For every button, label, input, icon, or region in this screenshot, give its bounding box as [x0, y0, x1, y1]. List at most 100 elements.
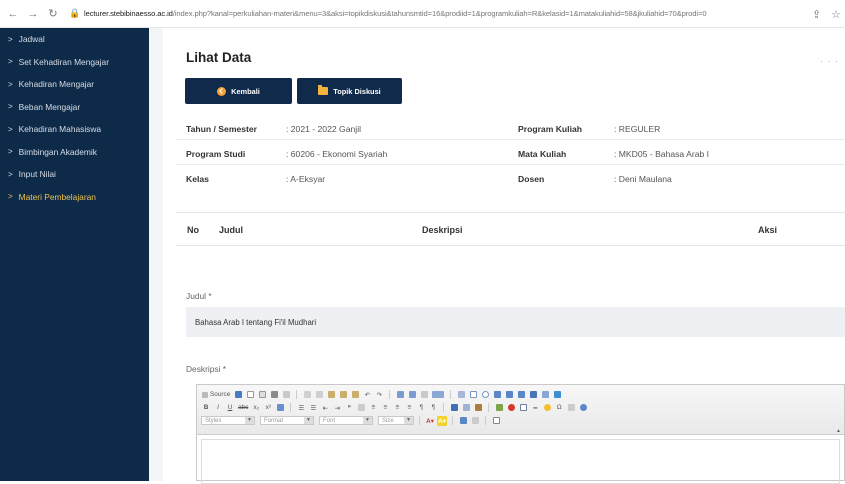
chevron-right-icon: > — [8, 169, 13, 179]
indent-icon[interactable]: ⇥ — [332, 403, 342, 413]
horizontal-rule-icon[interactable]: ━ — [530, 403, 540, 413]
toolbar-collapse-icon[interactable]: ▲ — [836, 428, 841, 434]
align-right-icon[interactable]: ≡ — [392, 403, 402, 413]
checkbox-icon[interactable] — [468, 390, 478, 400]
select-field-icon[interactable] — [516, 390, 526, 400]
preview-icon[interactable] — [257, 390, 267, 400]
info-row: Program Studi : 60206 - Ekonomi Syariah … — [176, 141, 845, 165]
iframe-icon[interactable] — [578, 403, 588, 413]
sidebar-item-jadwal[interactable]: > Jadwal — [0, 28, 149, 51]
source-button[interactable]: Source — [201, 390, 231, 400]
image-icon[interactable] — [494, 403, 504, 413]
sidebar-item-materi-pembelajaran[interactable]: > Materi Pembelajaran — [0, 186, 149, 209]
remove-format-icon[interactable] — [275, 403, 285, 413]
special-char-icon[interactable]: Ω — [554, 403, 564, 413]
chevron-right-icon: > — [8, 57, 13, 67]
judul-input[interactable]: Bahasa Arab I tentang Fi'il Mudhari — [186, 307, 845, 337]
image-button-icon[interactable] — [540, 390, 550, 400]
numbered-list-icon[interactable]: ☰ — [296, 403, 306, 413]
italic-icon[interactable]: I — [213, 403, 223, 413]
forward-arrow-icon[interactable]: → — [26, 7, 40, 21]
print-icon[interactable] — [269, 390, 279, 400]
templates-icon[interactable] — [281, 390, 291, 400]
find-icon[interactable] — [395, 390, 405, 400]
rich-text-editor[interactable]: Source ↶ ↷ B I U abc x₂ x² ☰ ☰ ⇤ ⇥ ❞ ≡ ≡… — [196, 384, 845, 484]
share-icon[interactable]: ⇪ — [812, 8, 821, 21]
align-justify-icon[interactable]: ≡ — [404, 403, 414, 413]
address-bar[interactable]: lecturer.stebibinaesso.ac.id/index.php?k… — [84, 9, 844, 18]
back-button[interactable]: Kembali — [185, 78, 292, 104]
editor-content-area[interactable] — [201, 439, 840, 484]
new-page-icon[interactable] — [245, 390, 255, 400]
strikethrough-icon[interactable]: abc — [237, 403, 249, 413]
sidebar-item-input-nilai[interactable]: > Input Nilai — [0, 163, 149, 186]
format-dropdown[interactable]: Format — [260, 416, 314, 425]
text-color-icon[interactable]: A▾ — [425, 416, 435, 426]
spellcheck-icon[interactable] — [431, 390, 445, 400]
bold-icon[interactable]: B — [201, 403, 211, 413]
bookmark-star-icon[interactable]: ☆ — [831, 8, 841, 21]
chevron-right-icon: > — [8, 34, 13, 44]
superscript-icon[interactable]: x² — [263, 403, 273, 413]
blockquote-icon[interactable]: ❞ — [344, 403, 354, 413]
bulleted-list-icon[interactable]: ☰ — [308, 403, 318, 413]
browser-toolbar: ← → ↻ 🔒 lecturer.stebibinaesso.ac.id/ind… — [0, 0, 845, 28]
underline-icon[interactable]: U — [225, 403, 235, 413]
align-left-icon[interactable]: ≡ — [368, 403, 378, 413]
textarea-icon[interactable] — [504, 390, 514, 400]
div-container-icon[interactable] — [356, 403, 366, 413]
select-all-icon[interactable] — [419, 390, 429, 400]
table-icon[interactable] — [518, 403, 528, 413]
lock-icon[interactable]: 🔒 — [69, 8, 80, 19]
reload-icon[interactable]: ↻ — [46, 7, 60, 21]
textfield-icon[interactable] — [492, 390, 502, 400]
topic-button-label: Topik Diskusi — [333, 86, 381, 96]
align-center-icon[interactable]: ≡ — [380, 403, 390, 413]
link-icon[interactable] — [449, 403, 459, 413]
undo-icon[interactable]: ↶ — [362, 390, 372, 400]
rtl-icon[interactable]: ¶ — [428, 403, 438, 413]
hidden-field-icon[interactable] — [552, 390, 562, 400]
show-blocks-icon[interactable] — [470, 416, 480, 426]
redo-icon[interactable]: ↷ — [374, 390, 384, 400]
sidebar-item-label: Set Kehadiran Mengajar — [18, 56, 109, 67]
help-icon[interactable] — [491, 416, 501, 426]
subscript-icon[interactable]: x₂ — [251, 403, 261, 413]
font-label: Font — [323, 417, 336, 424]
page-break-icon[interactable] — [566, 403, 576, 413]
source-label: Source — [210, 391, 231, 398]
sidebar-item-kehadiran-mahasiswa[interactable]: > Kehadiran Mahasiswa — [0, 118, 149, 141]
size-dropdown[interactable]: Size — [378, 416, 414, 425]
copy-icon[interactable] — [314, 390, 324, 400]
sidebar-item-bimbingan-akademik[interactable]: > Bimbingan Akademik — [0, 141, 149, 164]
save-icon[interactable] — [233, 390, 243, 400]
info-label: Tahun / Semester — [186, 124, 257, 134]
flash-icon[interactable] — [506, 403, 516, 413]
unlink-icon[interactable] — [461, 403, 471, 413]
styles-dropdown[interactable]: Styles — [201, 416, 255, 425]
cut-icon[interactable] — [302, 390, 312, 400]
paste-word-icon[interactable] — [350, 390, 360, 400]
font-dropdown[interactable]: Font — [319, 416, 373, 425]
paste-text-icon[interactable] — [338, 390, 348, 400]
more-options-icon[interactable]: · · · — [820, 56, 839, 66]
ltr-icon[interactable]: ¶ — [416, 403, 426, 413]
anchor-icon[interactable] — [473, 403, 483, 413]
button-field-icon[interactable] — [528, 390, 538, 400]
form-icon[interactable] — [456, 390, 466, 400]
back-arrow-icon[interactable]: ← — [6, 7, 20, 21]
smiley-icon[interactable] — [542, 403, 552, 413]
maximize-icon[interactable] — [458, 416, 468, 426]
sidebar-item-set-kehadiran-mengajar[interactable]: > Set Kehadiran Mengajar — [0, 51, 149, 74]
outdent-icon[interactable]: ⇤ — [320, 403, 330, 413]
paste-icon[interactable] — [326, 390, 336, 400]
back-circle-icon — [217, 86, 227, 96]
content-card: · · · Lihat Data Kembali Topik Diskusi T… — [163, 28, 845, 484]
radio-icon[interactable] — [480, 390, 490, 400]
sidebar-item-kehadiran-mengajar[interactable]: > Kehadiran Mengajar — [0, 73, 149, 96]
background-color-icon[interactable]: A▾ — [437, 415, 447, 426]
table-header: No Judul Deskripsi Aksi — [176, 212, 845, 246]
topic-discussion-button[interactable]: Topik Diskusi — [297, 78, 402, 104]
sidebar-item-beban-mengajar[interactable]: > Beban Mengajar — [0, 96, 149, 119]
replace-icon[interactable] — [407, 390, 417, 400]
